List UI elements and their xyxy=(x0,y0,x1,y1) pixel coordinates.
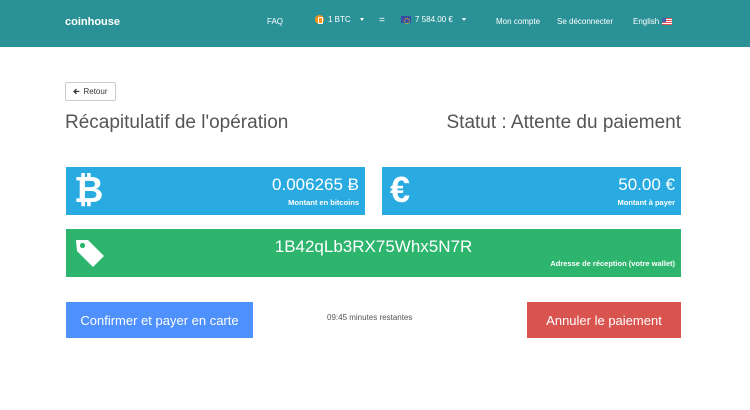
payment-status: Statut : Attente du paiement xyxy=(446,112,682,133)
eur-amount-caption: Montant à payer xyxy=(617,198,675,207)
chevron-down-icon xyxy=(461,18,466,21)
cancel-payment-button[interactable]: Annuler le paiement xyxy=(527,302,681,338)
btc-amount-select[interactable]: 1 BTC xyxy=(315,15,364,24)
btc-amount-caption: Montant en bitcoins xyxy=(288,198,359,207)
wallet-address-value[interactable]: 1B42qLb3RX75Whx5N7R xyxy=(66,237,681,257)
bitcoin-icon xyxy=(315,15,324,24)
brand-logo[interactable]: coinhouse xyxy=(65,16,120,28)
us-flag-icon xyxy=(662,18,673,25)
eu-flag-icon xyxy=(401,16,411,24)
equals-sign: = xyxy=(379,15,385,26)
wallet-address-caption: Adresse de réception (votre wallet) xyxy=(550,259,675,268)
nav-logout-link[interactable]: Se déconnecter xyxy=(557,17,613,26)
chevron-down-icon xyxy=(359,18,364,21)
language-select[interactable]: English xyxy=(633,17,673,26)
arrow-left-icon xyxy=(73,88,80,95)
back-button-label: Retour xyxy=(83,87,108,96)
btc-amount-label: 1 BTC xyxy=(328,15,351,24)
btc-amount-panel: ₿ 0.006265 Ƀ Montant en bitcoins xyxy=(66,167,365,215)
top-navbar: coinhouse FAQ 1 BTC = 7 584.00 € Mon com… xyxy=(0,0,750,47)
eur-amount-value: 50.00 € xyxy=(618,175,675,194)
countdown-timer: 09:45 minutes restantes xyxy=(327,313,413,322)
eur-amount-label: 7 584.00 € xyxy=(415,15,453,24)
page-title: Récapitulatif de l'opération xyxy=(65,112,289,133)
btc-amount-value: 0.006265 Ƀ xyxy=(272,175,359,194)
confirm-pay-card-button[interactable]: Confirmer et payer en carte xyxy=(66,302,253,338)
nav-account-link[interactable]: Mon compte xyxy=(496,17,540,26)
eur-amount-select[interactable]: 7 584.00 € xyxy=(401,15,466,24)
eur-amount-panel: € 50.00 € Montant à payer xyxy=(382,167,681,215)
nav-faq-link[interactable]: FAQ xyxy=(267,17,283,26)
bitcoin-symbol-icon: ₿ xyxy=(74,169,104,210)
language-label: English xyxy=(633,17,660,26)
euro-symbol-icon: € xyxy=(390,169,411,210)
back-button[interactable]: Retour xyxy=(65,82,116,101)
wallet-address-panel: 1B42qLb3RX75Whx5N7R Adresse de réception… xyxy=(66,229,681,277)
